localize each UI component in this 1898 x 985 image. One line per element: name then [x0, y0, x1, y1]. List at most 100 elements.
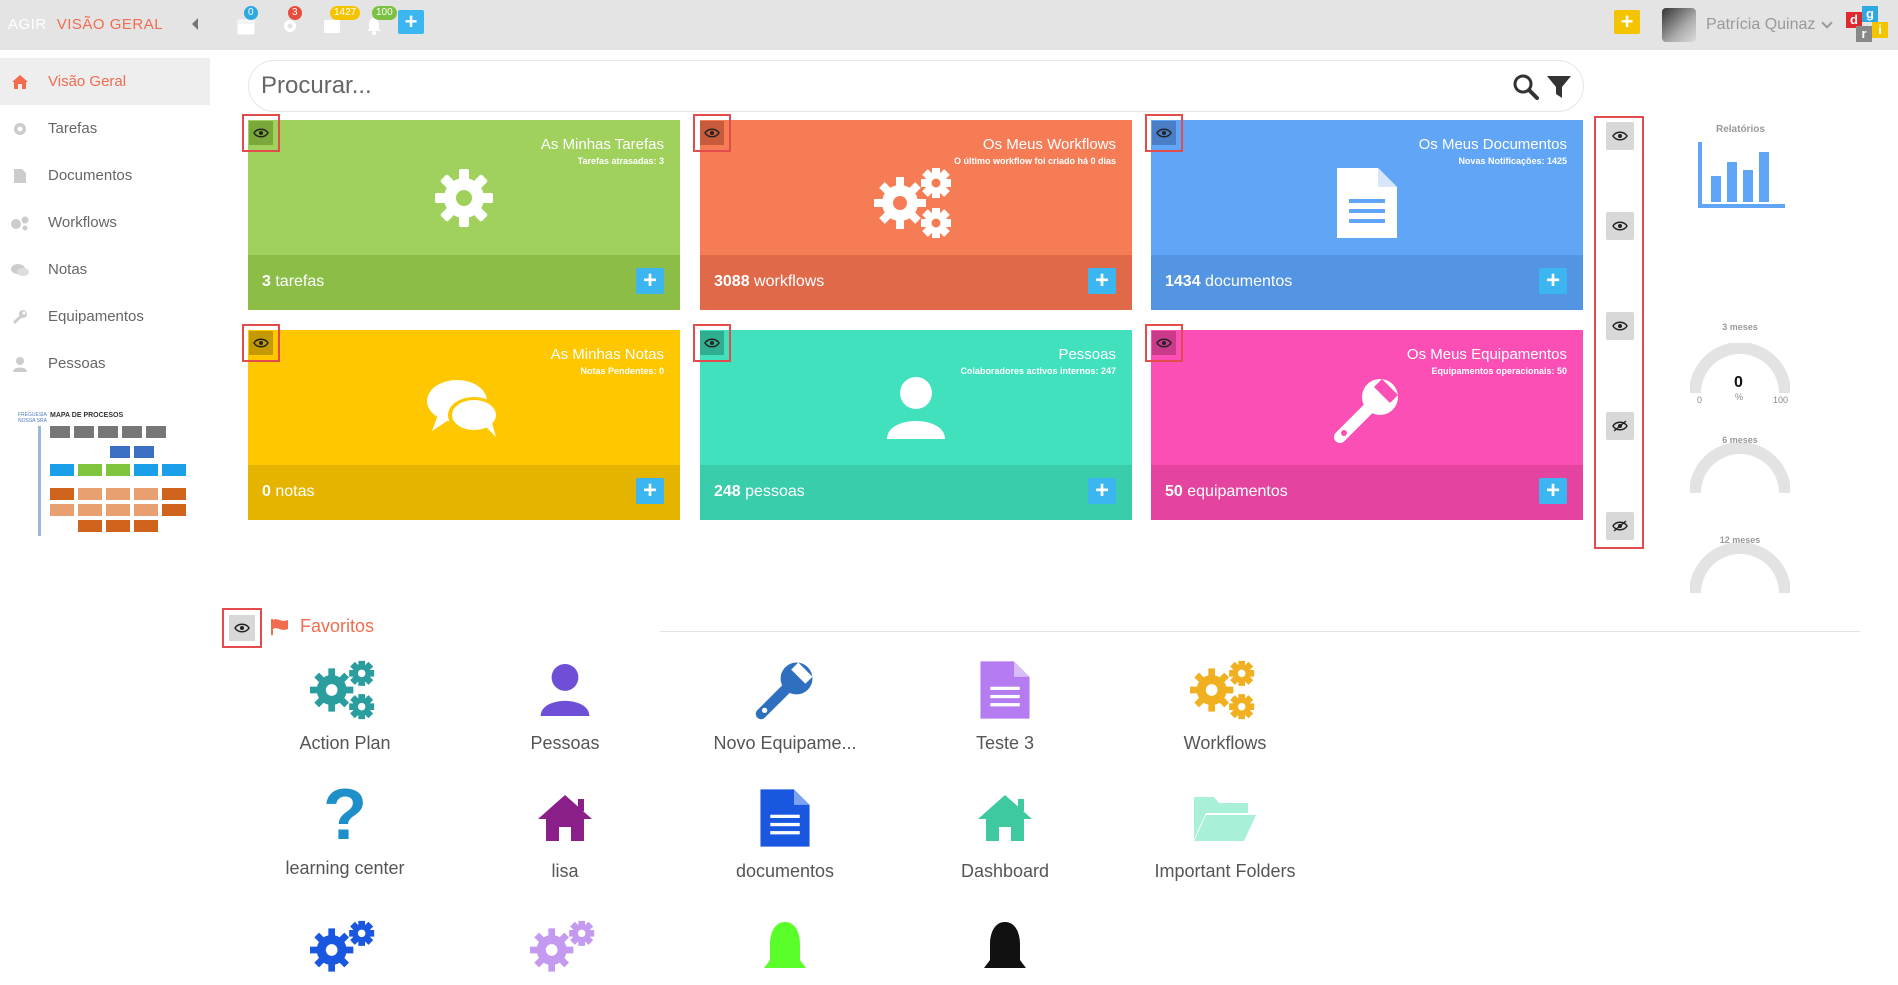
- tile-notas[interactable]: As Minhas Notas Notas Pendentes: 0 0 not…: [248, 330, 680, 520]
- eye-icon: [1612, 131, 1628, 141]
- gauge-max: 100: [1773, 395, 1789, 405]
- filter-icon[interactable]: [1545, 73, 1573, 106]
- favorite-item[interactable]: lisa: [475, 783, 655, 882]
- sidebar-item-notas[interactable]: Notas: [0, 246, 210, 293]
- bell-icon: [695, 915, 875, 985]
- tile-add-button[interactable]: +: [1088, 268, 1116, 294]
- user-menu[interactable]: Patrícia Quinaz: [1662, 6, 1834, 44]
- process-map-box: [38, 426, 41, 536]
- process-map-box: [106, 504, 130, 516]
- favorite-item[interactable]: [695, 915, 875, 985]
- search-input[interactable]: [261, 69, 1481, 103]
- eye-icon-wrap: [229, 615, 255, 641]
- sidebar-item-label: Workflows: [48, 214, 117, 231]
- tile-visibility-toggle[interactable]: [242, 114, 280, 152]
- gears-icon: [1135, 655, 1315, 725]
- tile-documentos[interactable]: Os Meus Documentos Novas Notificações: 1…: [1151, 120, 1583, 310]
- documents-button[interactable]: 1427: [320, 6, 361, 38]
- tile-pessoas[interactable]: Pessoas Colaboradores activos internos: …: [700, 330, 1132, 520]
- sidebar-item-equipamentos[interactable]: Equipamentos: [0, 293, 210, 340]
- favorite-item[interactable]: [475, 915, 655, 985]
- process-map-box: [122, 426, 142, 438]
- favorite-item[interactable]: ? learning center: [255, 779, 435, 879]
- widget-visibility-toggle[interactable]: [1606, 512, 1634, 540]
- favorites-title: Favoritos: [300, 616, 375, 636]
- eye-icon-wrap: [700, 331, 724, 355]
- tile-subtitle: Colaboradores activos internos: 247: [960, 366, 1116, 376]
- favorite-item[interactable]: Workflows: [1135, 655, 1315, 754]
- favorite-item[interactable]: documentos: [695, 783, 875, 882]
- comments-icon: [426, 375, 502, 446]
- tile-visibility-toggle[interactable]: [693, 324, 731, 362]
- process-map-thumbnail[interactable]: FREGUESIA NOSSA SRA MAPA DE PROCESOS: [10, 410, 186, 540]
- favorite-item[interactable]: [915, 915, 1095, 985]
- sidebar: Visão Geral Tarefas Documentos Workflows…: [0, 58, 210, 387]
- tile-add-button[interactable]: +: [1539, 478, 1567, 504]
- eye-icon: [253, 128, 269, 138]
- collapse-sidebar-icon[interactable]: [192, 18, 198, 30]
- widget-visibility-toggle[interactable]: [1606, 122, 1634, 150]
- favorite-item[interactable]: [255, 915, 435, 985]
- tile-subtitle: Equipamentos operacionais: 50: [1431, 366, 1567, 376]
- widget-visibility-toggle[interactable]: [1606, 212, 1634, 240]
- favorite-item[interactable]: Pessoas: [475, 655, 655, 754]
- tile-visibility-toggle[interactable]: [693, 114, 731, 152]
- favorite-item[interactable]: Dashboard: [915, 783, 1095, 882]
- app-name[interactable]: AGIR: [8, 16, 47, 33]
- bar-chart-icon[interactable]: [1697, 140, 1787, 215]
- favorite-item[interactable]: Important Folders: [1135, 783, 1315, 882]
- favorite-item[interactable]: Teste 3: [915, 655, 1095, 754]
- tile-visibility-toggle[interactable]: [242, 324, 280, 362]
- home-icon: [10, 74, 30, 90]
- sidebar-item-label: Equipamentos: [48, 308, 144, 325]
- process-map-box: [78, 520, 102, 532]
- tile-title: Pessoas: [1058, 346, 1116, 363]
- wrench-icon: [695, 655, 875, 725]
- favorite-label: Novo Equipame...: [713, 733, 857, 753]
- breadcrumb[interactable]: VISÃO GERAL: [57, 16, 163, 33]
- favorites-visibility-toggle[interactable]: [222, 608, 262, 648]
- quick-add-button[interactable]: +: [1614, 10, 1640, 34]
- tile-tarefas[interactable]: As Minhas Tarefas Tarefas atrasadas: 3 3…: [248, 120, 680, 310]
- tile-count: 50 equipamentos: [1165, 483, 1288, 500]
- tile-add-button[interactable]: +: [636, 478, 664, 504]
- process-map-box: [74, 426, 94, 438]
- favorite-item[interactable]: Action Plan: [255, 655, 435, 754]
- favorites-divider: [660, 631, 1860, 632]
- tile-add-button[interactable]: +: [636, 268, 664, 294]
- sidebar-item-documentos[interactable]: Documentos: [0, 152, 210, 199]
- favorite-label: Workflows: [1183, 733, 1267, 753]
- sidebar-item-visao-geral[interactable]: Visão Geral: [0, 58, 210, 105]
- gauge-6-months: [1690, 443, 1790, 494]
- calendar-button[interactable]: 0: [234, 6, 260, 38]
- widget-visibility-toggle[interactable]: [1606, 412, 1634, 440]
- home-icon: [475, 783, 655, 853]
- search-icon[interactable]: [1512, 73, 1540, 106]
- sidebar-item-label: Visão Geral: [48, 73, 127, 90]
- gear-icon: [431, 165, 497, 236]
- tile-count: 3088 workflows: [714, 273, 825, 290]
- tile-add-button[interactable]: +: [1088, 478, 1116, 504]
- document-icon: [1334, 165, 1400, 246]
- eye-icon-wrap: [1152, 121, 1176, 145]
- favorite-item[interactable]: Novo Equipame...: [695, 655, 875, 754]
- sidebar-item-tarefas[interactable]: Tarefas: [0, 105, 210, 152]
- eye-icon: [234, 623, 250, 633]
- widget-visibility-toggle[interactable]: [1606, 312, 1634, 340]
- tile-visibility-toggle[interactable]: [1145, 114, 1183, 152]
- tile-equipamentos[interactable]: Os Meus Equipamentos Equipamentos operac…: [1151, 330, 1583, 520]
- sidebar-item-workflows[interactable]: Workflows: [0, 199, 210, 246]
- tile-add-button[interactable]: +: [1539, 268, 1567, 294]
- tile-workflows[interactable]: Os Meus Workflows O último workflow foi …: [700, 120, 1132, 310]
- sidebar-item-pessoas[interactable]: Pessoas: [0, 340, 210, 387]
- tasks-button[interactable]: 3: [278, 6, 304, 38]
- tile-title: Os Meus Equipamentos: [1406, 346, 1567, 363]
- eye-icon-wrap: [700, 121, 724, 145]
- tile-title: Os Meus Documentos: [1418, 136, 1567, 153]
- tile-count: 248 pessoas: [714, 483, 805, 500]
- tile-count: 0 notas: [262, 483, 315, 500]
- add-button[interactable]: +: [398, 10, 424, 34]
- notifications-button[interactable]: 100: [362, 6, 397, 38]
- eye-icon: [1612, 221, 1628, 231]
- tile-visibility-toggle[interactable]: [1145, 324, 1183, 362]
